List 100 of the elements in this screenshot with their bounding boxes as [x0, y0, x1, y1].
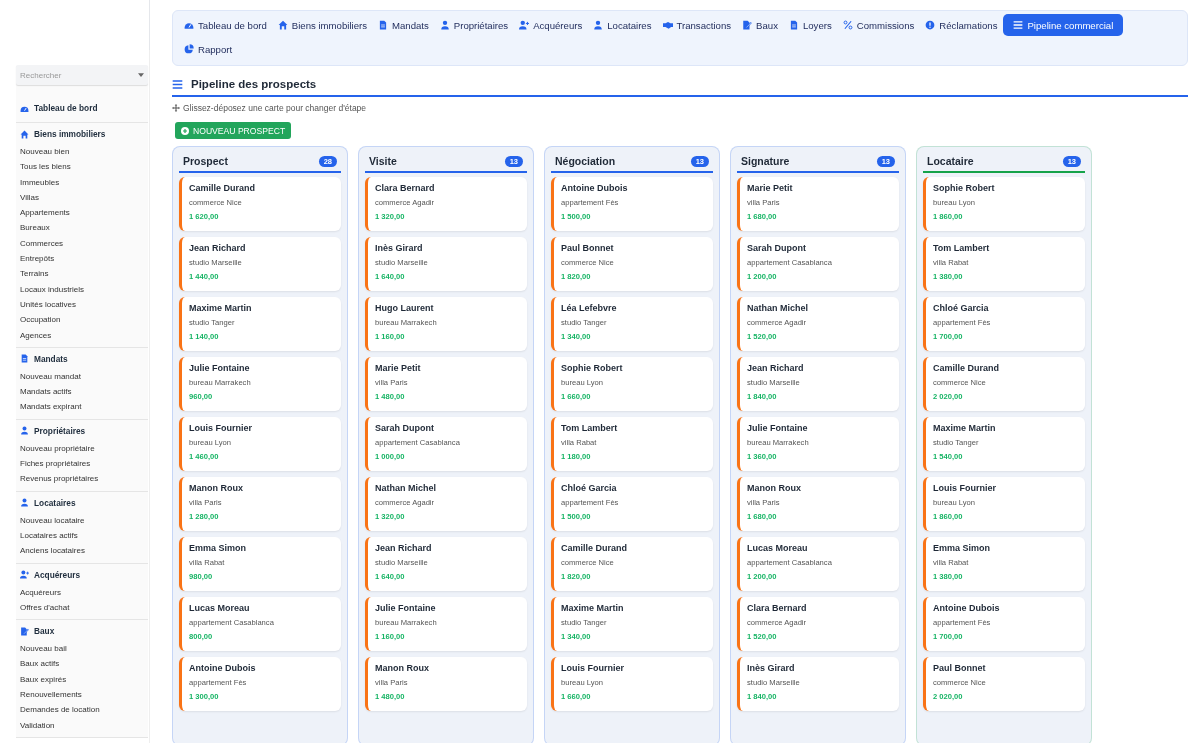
nav-tab[interactable]: Tableau de bord: [179, 14, 272, 36]
sidebar-item[interactable]: Nouveau bien: [20, 144, 144, 160]
prospect-name: Sophie Robert: [933, 183, 996, 193]
sidebar-item[interactable]: Appartements: [20, 205, 144, 221]
prospect-name: Paul Bonnet: [933, 663, 987, 673]
prospect-name: Julie Fontaine: [189, 363, 251, 373]
nav-tab[interactable]: Rapport: [179, 38, 238, 60]
prospect-name: Manon Roux: [747, 483, 802, 493]
person-plus-icon: [20, 570, 29, 580]
sidebar-item[interactable]: Validation: [20, 717, 144, 733]
sidebar-item[interactable]: Acquéreurs: [20, 584, 144, 600]
sidebar-item[interactable]: Occupation: [20, 312, 144, 328]
sidebar-item[interactable]: Nouveau locataire: [20, 512, 144, 528]
prospect-name: Marie Petit: [747, 183, 794, 193]
sidebar-item[interactable]: Fiches propriétaires: [20, 456, 144, 472]
prospect-name: Manon Roux: [189, 483, 244, 493]
hint-text: Glissez-déposez une carte pour changer d'étape: [183, 103, 367, 113]
prospect-name: Antoine Dubois: [561, 183, 629, 193]
document-icon: [378, 20, 388, 30]
person-icon: [20, 498, 29, 508]
prospect-name: Lucas Moreau: [189, 603, 251, 613]
prospect-name: Camille Durand: [933, 363, 1000, 373]
percent-icon: [842, 20, 853, 30]
sidebar-item[interactable]: Mandats actifs: [20, 384, 144, 400]
sidebar-item[interactable]: Nouveau mandat: [20, 368, 144, 385]
prospect-name: Inès Girard: [375, 243, 424, 253]
column-title: Signature: [741, 155, 790, 167]
plus-circle-icon: [181, 126, 189, 135]
prospect-name: Jean Richard: [375, 543, 433, 553]
nav-tab[interactable]: Pipeline commercial: [1003, 14, 1124, 36]
prospect-name: Antoine Dubois: [933, 603, 1001, 613]
nav-tab[interactable]: Loyers: [783, 14, 837, 36]
sidebar-item[interactable]: Villas: [20, 189, 144, 206]
nav-tab[interactable]: Biens immobiliers: [272, 14, 372, 36]
prospect-name: Lucas Moreau: [747, 543, 809, 553]
caret-icon: [138, 73, 144, 77]
sidebar-item[interactable]: Bureaux: [20, 220, 144, 236]
nav-tab[interactable]: Réclamations: [920, 14, 1003, 36]
nav-tab[interactable]: Acquéreurs: [514, 14, 588, 36]
sidebar-item[interactable]: Tous les biens: [20, 159, 144, 175]
prospect-name: Léa Lefebvre: [561, 303, 618, 313]
sidebar-item[interactable]: Terrains: [20, 266, 144, 282]
edit-document-icon: [742, 20, 753, 30]
sidebar-item[interactable]: Renouvellements: [20, 687, 144, 703]
sidebar-item[interactable]: Nouveau propriétaire: [20, 440, 144, 457]
gauge-icon: [184, 20, 194, 30]
sidebar-item[interactable]: Baux expirés: [20, 671, 144, 687]
nav-tab[interactable]: Propriétaires: [434, 14, 514, 36]
nav-tab[interactable]: Baux: [737, 14, 783, 36]
edit-document-icon: [20, 626, 29, 636]
menu-icon: [172, 78, 183, 90]
prospect-name: Jean Richard: [747, 363, 805, 373]
prospect-name: Hugo Laurent: [375, 303, 435, 313]
prospect-name: Antoine Dubois: [189, 663, 257, 673]
document-icon: [788, 20, 799, 30]
alert-icon: [925, 20, 936, 30]
prospect-name: Nathan Michel: [375, 483, 437, 493]
prospect-name: Sophie Robert: [561, 363, 624, 373]
prospect-name: Clara Bernard: [747, 603, 808, 613]
pie-chart-icon: [184, 44, 194, 54]
sidebar-item[interactable]: Unités locatives: [20, 296, 144, 313]
sidebar-item[interactable]: Agences: [20, 327, 144, 343]
sidebar-item[interactable]: Immeubles: [20, 174, 144, 190]
prospect-name: Julie Fontaine: [747, 423, 809, 433]
prospect-name: Manon Roux: [375, 663, 430, 673]
sidebar-item[interactable]: Mandats expirant: [20, 399, 144, 415]
prospect-name: Inès Girard: [747, 663, 796, 673]
column-title: Négociation: [555, 155, 616, 167]
sidebar-item[interactable]: Demandes de location: [20, 702, 144, 718]
prospect-name: Maxime Martin: [933, 423, 997, 433]
sidebar-item[interactable]: Locaux industriels: [20, 281, 144, 297]
sidebar-section-title[interactable]: Biens immobiliers: [34, 129, 106, 139]
nav-tab[interactable]: Locataires: [588, 14, 657, 36]
person-icon: [593, 20, 604, 30]
prospect-name: Chloé Garcia: [933, 303, 990, 313]
sidebar-section-title[interactable]: Mandats: [34, 353, 68, 364]
sidebar-item[interactable]: Locataires actifs: [20, 527, 144, 544]
sidebar-section-title[interactable]: Locataires: [34, 497, 76, 508]
person-plus-icon: [519, 20, 530, 30]
page-title: Pipeline des prospects: [191, 78, 317, 90]
search-field[interactable]: Rechercher: [16, 65, 148, 85]
prospect-name: Sarah Dupont: [747, 243, 807, 253]
prospect-name: Tom Lambert: [933, 243, 991, 253]
sidebar-item[interactable]: Anciens locataires: [20, 543, 144, 559]
nav-tab[interactable]: Transactions: [657, 14, 737, 36]
sidebar-section-title[interactable]: Propriétaires: [34, 425, 86, 436]
sidebar-item[interactable]: Revenus propriétaires: [20, 471, 144, 487]
nav-tab[interactable]: Mandats: [373, 14, 434, 36]
sidebar-item[interactable]: Entrepôts: [20, 251, 144, 267]
menu-icon: [1013, 20, 1024, 30]
nav-tab[interactable]: Commissions: [837, 14, 920, 36]
sidebar-section-title[interactable]: Tableau de bord: [34, 103, 98, 113]
sidebar-item[interactable]: Offres d'achat: [20, 599, 144, 616]
sidebar-section-title[interactable]: Baux: [34, 626, 55, 637]
house-icon: [277, 20, 288, 30]
sidebar-section-title[interactable]: Acquéreurs: [34, 569, 81, 580]
sidebar-item[interactable]: Nouveau bail: [20, 641, 144, 657]
sidebar-item[interactable]: Commerces: [20, 235, 144, 252]
sidebar-item[interactable]: Baux actifs: [20, 656, 144, 672]
prospect-name: Paul Bonnet: [561, 243, 615, 253]
